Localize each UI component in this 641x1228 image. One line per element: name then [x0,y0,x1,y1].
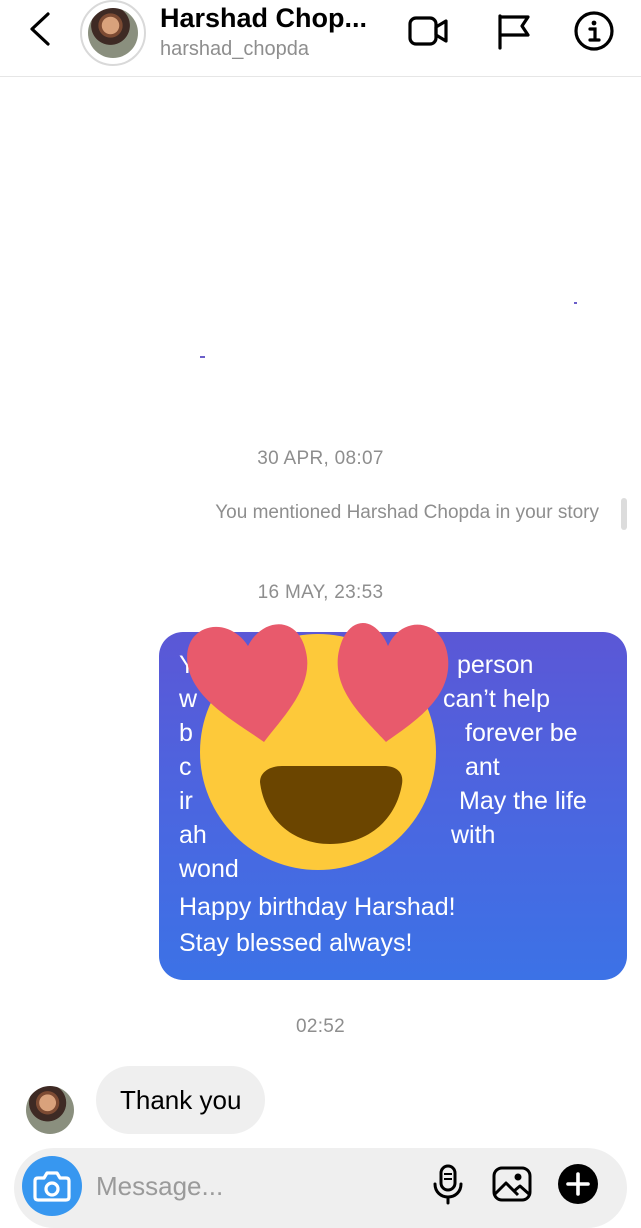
info-icon[interactable] [572,10,616,52]
received-message-bubble[interactable]: Thank you [96,1066,266,1134]
timestamp: 30 APR, 08:07 [257,448,384,469]
contact-name[interactable]: Harshad Chop... [160,2,367,34]
message-composer [14,1148,627,1228]
video-call-icon[interactable] [406,10,450,52]
avatar-image [88,8,138,58]
received-message-row: Thank you [26,1064,446,1136]
flag-icon[interactable] [492,10,536,52]
stray-mark [200,356,205,358]
gallery-icon[interactable] [490,1162,534,1206]
camera-icon [33,1171,71,1202]
message-fragment: May the life [459,787,587,815]
back-chevron-icon[interactable] [22,8,62,50]
contact-username[interactable]: harshad_chopda [160,38,309,60]
timestamp: 16 MAY, 23:53 [257,582,384,603]
story-preview-bar[interactable] [621,498,627,530]
chat-header: Harshad Chop... harshad_chopda [0,0,641,77]
stray-mark [574,302,577,304]
timestamp: 02:52 [295,1016,346,1037]
message-fragment: ant [465,753,500,781]
message-fragment: person [457,651,534,679]
message-line: Stay blessed always! [179,929,413,957]
mention-notice[interactable]: You mentioned Harshad Chopda in your sto… [215,502,599,524]
avatar[interactable] [80,0,146,66]
message-line: Happy birthday Harshad! [179,893,456,921]
microphone-icon[interactable] [426,1162,470,1206]
heart-eyes-emoji-icon [187,623,449,870]
camera-button[interactable] [22,1156,82,1216]
add-icon[interactable] [556,1162,600,1206]
message-fragment: forever be [465,719,578,747]
message-input[interactable] [96,1168,416,1204]
sender-avatar[interactable] [26,1086,74,1134]
